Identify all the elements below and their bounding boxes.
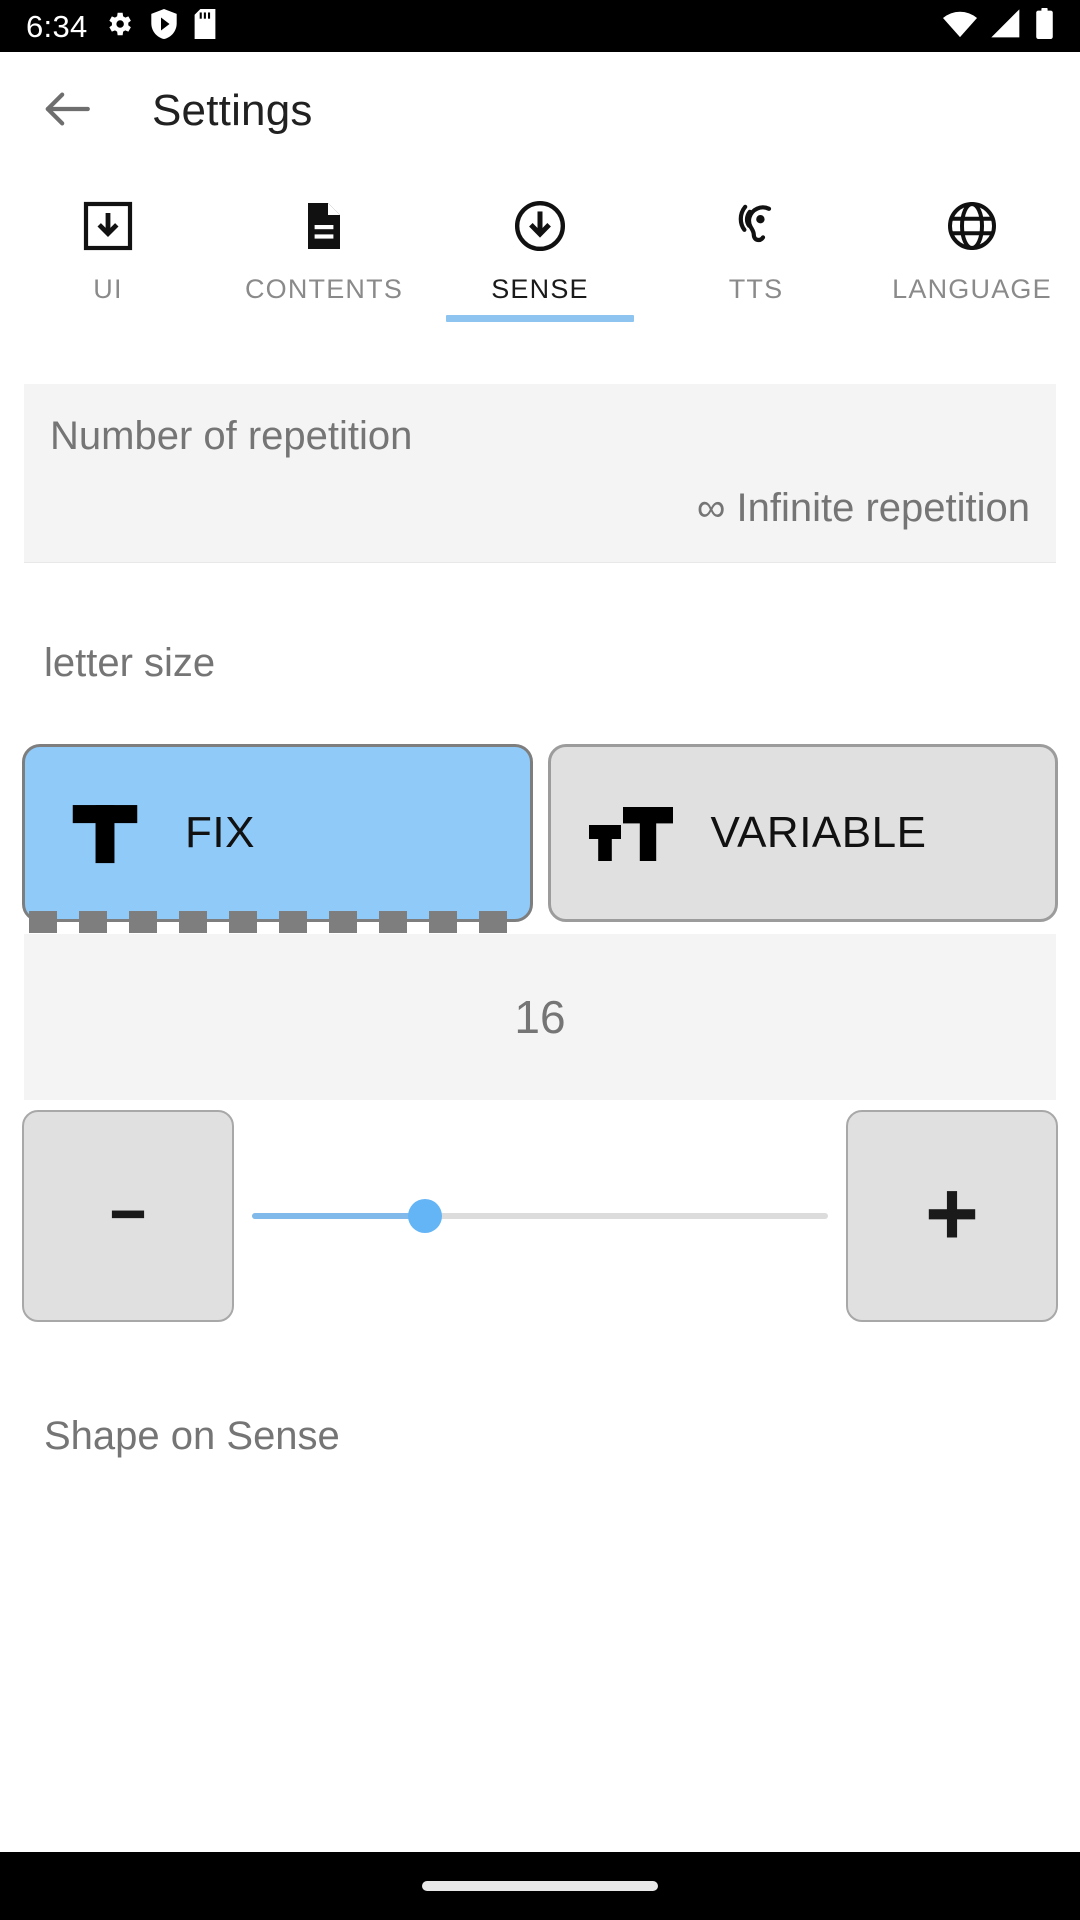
letter-size-value: 16 <box>514 991 566 1043</box>
settings-content: Number of repetition ∞ Infinite repetiti… <box>0 384 1080 1459</box>
plus-icon <box>923 1185 981 1248</box>
tab-language[interactable]: LANGUAGE <box>864 170 1080 340</box>
wifi-icon <box>943 9 977 44</box>
letter-size-stepper-row <box>22 1110 1058 1322</box>
tab-bar: UI CONTENTS SENSE TTS LANGUAGE <box>0 170 1080 340</box>
mode-selected-underline <box>29 911 526 933</box>
mode-label-fix: FIX <box>185 808 255 857</box>
home-indicator[interactable] <box>422 1881 658 1891</box>
letter-size-slider-wrap <box>234 1110 846 1322</box>
tab-label-tts: TTS <box>728 274 784 304</box>
document-icon <box>298 196 350 256</box>
sd-card-icon <box>194 8 216 44</box>
repetition-setting-row[interactable]: Number of repetition ∞ Infinite repetiti… <box>24 384 1056 563</box>
tab-label-sense: SENSE <box>491 274 589 304</box>
status-bar-left: 6:34 <box>26 8 216 44</box>
gear-icon <box>104 9 134 44</box>
tab-label-ui: UI <box>93 274 123 304</box>
mode-label-variable: VARIABLE <box>710 808 927 857</box>
system-navigation-bar <box>0 1852 1080 1920</box>
box-download-icon <box>82 196 134 256</box>
slider-track-fill <box>252 1213 425 1219</box>
mode-button-variable[interactable]: VARIABLE <box>547 744 1058 922</box>
tab-sense[interactable]: SENSE <box>432 170 648 340</box>
increment-button[interactable] <box>846 1110 1058 1322</box>
ear-hearing-icon <box>730 196 782 256</box>
letter-size-slider[interactable] <box>252 1196 828 1236</box>
globe-icon <box>946 196 998 256</box>
back-button[interactable] <box>36 80 98 142</box>
mode-button-fix[interactable]: FIX <box>22 744 533 933</box>
tab-tts[interactable]: TTS <box>648 170 864 340</box>
tab-ui[interactable]: UI <box>0 170 216 340</box>
tab-contents[interactable]: CONTENTS <box>216 170 432 340</box>
battery-icon <box>1035 8 1054 44</box>
status-bar: 6:34 <box>0 0 1080 52</box>
repetition-title: Number of repetition <box>50 414 413 458</box>
tab-label-contents: CONTENTS <box>244 274 404 304</box>
letter-size-section-label: letter size <box>44 641 216 685</box>
tab-active-indicator <box>446 315 634 322</box>
single-t-icon <box>25 790 185 876</box>
circle-download-icon <box>513 196 567 256</box>
back-arrow-icon <box>43 89 91 134</box>
play-protect-icon <box>150 8 178 44</box>
app-bar: Settings <box>0 52 1080 170</box>
minus-icon <box>105 1191 151 1242</box>
letter-size-value-panel: 16 <box>24 934 1056 1100</box>
status-bar-right <box>943 8 1054 44</box>
shape-on-sense-label: Shape on Sense <box>44 1414 340 1458</box>
decrement-button[interactable] <box>22 1110 234 1322</box>
page-title: Settings <box>152 86 313 135</box>
tab-label-language: LANGUAGE <box>892 274 1052 304</box>
cellular-signal-icon <box>990 8 1022 44</box>
status-clock: 6:34 <box>26 8 88 44</box>
letter-size-mode-group: FIX VARIABLE <box>22 744 1058 933</box>
slider-thumb[interactable] <box>407 1199 442 1233</box>
double-t-icon <box>551 790 711 876</box>
repetition-value: ∞ Infinite repetition <box>696 486 1030 530</box>
